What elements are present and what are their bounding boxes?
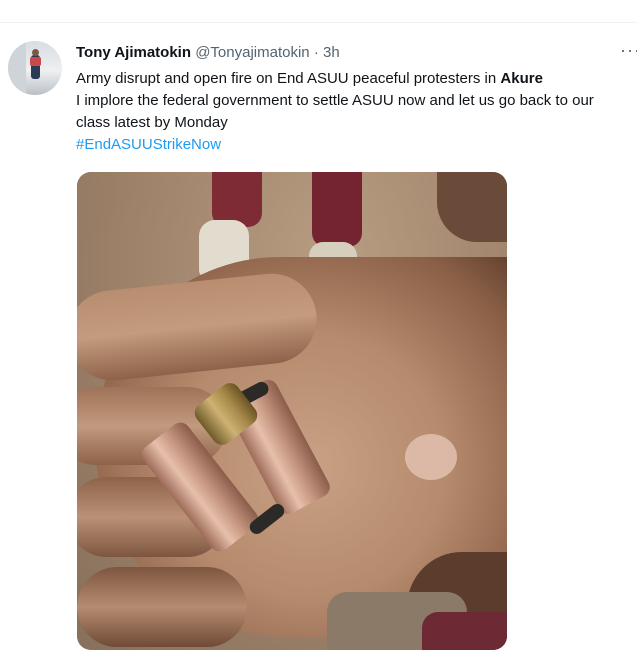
avatar-background (8, 41, 26, 95)
top-divider (0, 22, 637, 23)
avatar-head (32, 49, 39, 56)
tweet-photo[interactable] (77, 172, 507, 650)
avatar[interactable] (8, 41, 62, 95)
timestamp[interactable]: 3h (323, 44, 340, 61)
photo-finger (77, 567, 247, 647)
location-bold: Akure (500, 70, 543, 87)
tweet-line-2: I implore the federal government to sett… (76, 92, 594, 131)
photo-palm-mark (405, 434, 457, 480)
avatar-shirt (30, 57, 41, 66)
tweet-header: Tony Ajimatokin @Tonyajimatokin · 3h (76, 44, 340, 62)
photo-clothes-bottom (422, 612, 507, 650)
hashtag-link[interactable]: #EndASUUStrikeNow (76, 134, 632, 156)
more-options-icon[interactable]: ··· (620, 40, 637, 61)
photo-pants-right (312, 172, 362, 247)
tweet-line-1: Army disrupt and open fire on End ASUU p… (76, 68, 632, 90)
tweet-line-1-text: Army disrupt and open fire on End ASUU p… (76, 70, 501, 87)
author-handle[interactable]: @Tonyajimatokin (195, 44, 309, 61)
photo-pants-left (212, 172, 262, 227)
tweet-text: Army disrupt and open fire on End ASUU p… (76, 68, 632, 156)
separator-dot: · (313, 44, 319, 61)
author-name[interactable]: Tony Ajimatokin (76, 44, 191, 61)
